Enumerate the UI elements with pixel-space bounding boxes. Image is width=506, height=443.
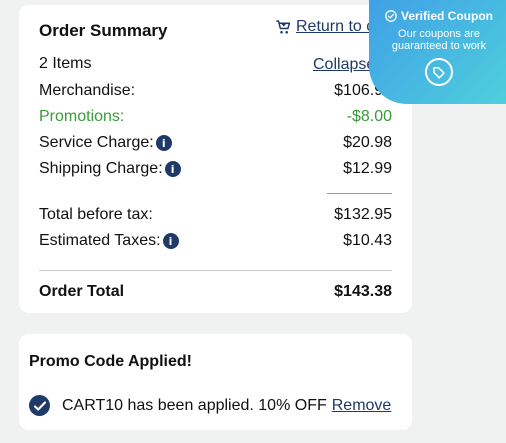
subtotal-divider — [327, 193, 392, 194]
promo-applied-row: CART10 has been applied. 10% OFF Remove — [29, 395, 391, 416]
order-summary-card: Order Summary Return to cart 2 Items Col… — [19, 5, 412, 313]
info-icon[interactable]: i — [155, 135, 172, 151]
order-total-label: Order Total — [39, 283, 125, 300]
promo-message: CART10 has been applied. 10% OFF — [62, 396, 327, 414]
items-count: 2 Items — [39, 55, 92, 72]
check-icon — [29, 395, 50, 416]
shipping-charge-row: Shipping Charge: i $12.99 — [39, 160, 392, 178]
merchandise-label: Merchandise: — [39, 82, 136, 99]
estimated-taxes-row: Estimated Taxes: i $10.43 — [39, 232, 392, 250]
total-before-tax-label: Total before tax: — [39, 206, 153, 223]
total-before-tax-row: Total before tax: $132.95 — [39, 206, 392, 224]
collapse-link[interactable]: Collapse — [313, 56, 375, 74]
info-icon[interactable]: i — [164, 161, 181, 177]
tag-icon — [425, 58, 453, 86]
coupon-subtitle: Our coupons are guaranteed to work — [391, 28, 487, 52]
promotions-value: -$8.00 — [346, 108, 392, 125]
promotions-label: Promotions: — [39, 108, 125, 125]
promo-code-card: Promo Code Applied! CART10 has been appl… — [19, 334, 412, 430]
shipping-charge-value: $12.99 — [343, 160, 392, 177]
estimated-taxes-label: Estimated Taxes: — [39, 232, 161, 249]
merchandise-row: Merchandise: $106.98 — [39, 82, 392, 100]
total-divider — [39, 270, 392, 271]
cart-icon — [276, 20, 291, 34]
service-charge-row: Service Charge: i $20.98 — [39, 134, 392, 152]
service-charge-value: $20.98 — [343, 134, 392, 151]
order-total-value: $143.38 — [334, 283, 392, 300]
remove-promo-link[interactable]: Remove — [332, 397, 392, 415]
coupon-title: Verified Coupon — [400, 9, 493, 23]
estimated-taxes-value: $10.43 — [343, 232, 392, 249]
verified-coupon-badge[interactable]: Verified Coupon Our coupons are guarante… — [369, 0, 506, 104]
promo-title: Promo Code Applied! — [29, 353, 192, 370]
promotions-row: Promotions: -$8.00 — [39, 108, 392, 126]
info-icon[interactable]: i — [162, 233, 179, 249]
service-charge-label: Service Charge: — [39, 134, 154, 151]
verified-check-icon — [385, 10, 397, 22]
order-total-row: Order Total $143.38 — [39, 283, 392, 301]
total-before-tax-value: $132.95 — [334, 206, 392, 223]
coupon-header: Verified Coupon — [369, 9, 506, 23]
shipping-charge-label: Shipping Charge: — [39, 160, 163, 177]
order-summary-title: Order Summary — [39, 21, 168, 40]
